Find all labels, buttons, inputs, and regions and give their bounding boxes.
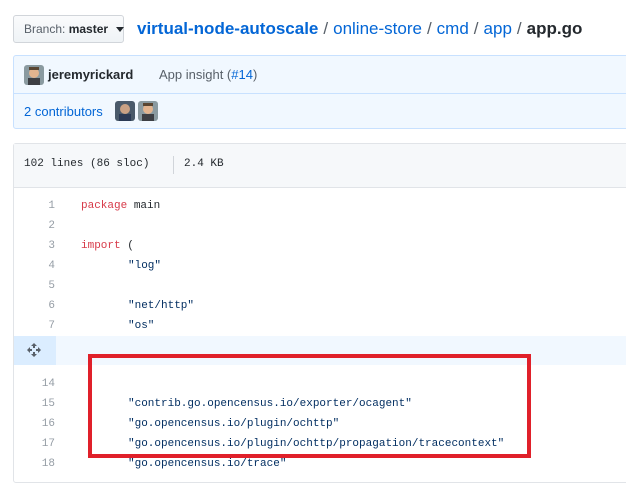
code-text: "net/http" xyxy=(81,296,194,316)
expand-row-fill xyxy=(56,336,626,365)
code-text: import ( xyxy=(81,236,134,256)
code-line: 16 "go.opencensus.io/plugin/ochttp" xyxy=(14,414,626,434)
breadcrumb-cmd-link[interactable]: cmd xyxy=(437,19,469,38)
line-number[interactable]: 15 xyxy=(14,394,55,414)
code-listing: 1 package main 2 3 import (4 "log" 5 6 "net/http… xyxy=(14,187,626,474)
line-number[interactable]: 6 xyxy=(14,296,55,316)
line-number[interactable]: 5 xyxy=(14,276,55,296)
breadcrumb-app-link[interactable]: app xyxy=(484,19,512,38)
code-line: 6 "net/http" xyxy=(14,296,626,316)
code-line: 17 "go.opencensus.io/plugin/ochttp/propag… xyxy=(14,434,626,454)
line-number[interactable]: 18 xyxy=(14,454,55,474)
code-line: 1 package main xyxy=(14,196,626,216)
code-text: "contrib.go.opencensus.io/exporter/ocage… xyxy=(81,394,412,414)
code-text: package main xyxy=(81,196,160,216)
code-text: "go.opencensus.io/plugin/ochttp" xyxy=(81,414,339,434)
line-number[interactable]: 4 xyxy=(14,256,55,276)
line-number[interactable]: 3 xyxy=(14,236,55,256)
contributor-avatar[interactable] xyxy=(138,101,158,121)
code-block-bottom: 14 15 "contrib.go.opencensus.io/exporter/o… xyxy=(14,374,626,474)
line-number[interactable]: 2 xyxy=(14,216,55,236)
unfold-icon[interactable] xyxy=(26,342,42,363)
code-line: 14 xyxy=(14,374,626,394)
code-text: "go.opencensus.io/plugin/ochttp/propagat… xyxy=(81,434,504,454)
breadcrumb-separator: / xyxy=(516,19,522,38)
branch-value: master xyxy=(68,22,109,36)
code-keyword: import xyxy=(81,240,121,252)
commit-message-close: ) xyxy=(252,67,258,82)
latest-commit-row: jeremyrickard App insight (#14) xyxy=(14,56,626,94)
file-header: 102 lines (86 sloc) 2.4 KB xyxy=(14,144,626,188)
code-content: main xyxy=(127,200,161,212)
breadcrumb-separator: / xyxy=(426,19,432,38)
code-content: "contrib.go.opencensus.io/exporter/ocage… xyxy=(128,398,412,410)
line-number[interactable]: 17 xyxy=(14,434,55,454)
commit-tease: jeremyrickard App insight (#14) 2 contri… xyxy=(13,55,626,129)
code-content: "os" xyxy=(128,320,155,332)
breadcrumb: virtual-node-autoscale / online-store / cmd /… xyxy=(137,19,582,39)
breadcrumb-file-name: app.go xyxy=(526,19,583,38)
code-block-top: 1 package main 2 3 import (4 "log" 5 6 "net/http… xyxy=(14,196,626,336)
chevron-down-icon xyxy=(116,27,125,33)
code-text: "os" xyxy=(81,316,154,336)
code-content: "net/http" xyxy=(128,300,195,312)
commit-message[interactable]: App insight (#14) xyxy=(159,67,257,82)
author-avatar[interactable] xyxy=(24,65,44,85)
code-top-padding xyxy=(14,187,626,196)
branch-label: Branch: xyxy=(24,22,66,36)
expand-lines-row[interactable] xyxy=(14,336,626,365)
branch-select-button[interactable]: Branch: master xyxy=(13,15,125,43)
line-number[interactable]: 1 xyxy=(14,196,55,216)
code-gap xyxy=(14,365,626,374)
code-text: "go.opencensus.io/trace" xyxy=(81,454,286,474)
code-line: 3 import ( xyxy=(14,236,626,256)
code-line: 7 "os" xyxy=(14,316,626,336)
file-lines-info: 102 lines (86 sloc) xyxy=(24,158,150,170)
code-text: "log" xyxy=(81,256,161,276)
breadcrumb-repo-link[interactable]: virtual-node-autoscale xyxy=(137,19,318,38)
code-line: 5 xyxy=(14,276,626,296)
breadcrumb-separator: / xyxy=(323,19,329,38)
contributors-link[interactable]: 2 contributors xyxy=(24,104,103,119)
code-content: ( xyxy=(120,240,134,252)
file-view: 102 lines (86 sloc) 2.4 KB 1 package main… xyxy=(13,143,626,483)
commit-author-link[interactable]: jeremyrickard xyxy=(48,67,133,82)
line-number[interactable]: 7 xyxy=(14,316,55,336)
code-keyword: package xyxy=(81,200,128,212)
commit-message-text: App insight ( xyxy=(159,67,232,82)
code-content: "go.opencensus.io/trace" xyxy=(128,458,287,470)
commit-pr-link[interactable]: #14 xyxy=(231,67,253,82)
code-content: "log" xyxy=(128,260,162,272)
code-content: "go.opencensus.io/plugin/ochttp" xyxy=(128,418,340,430)
contributor-avatar[interactable] xyxy=(115,101,135,121)
code-line: 15 "contrib.go.opencensus.io/exporter/oca… xyxy=(14,394,626,414)
breadcrumb-separator: / xyxy=(473,19,479,38)
code-line: 18 "go.opencensus.io/trace" xyxy=(14,454,626,474)
file-info-divider xyxy=(173,156,174,174)
line-number[interactable]: 14 xyxy=(14,374,55,394)
code-content: "go.opencensus.io/plugin/ochttp/propagat… xyxy=(128,438,505,450)
file-size: 2.4 KB xyxy=(184,158,224,170)
code-line: 2 xyxy=(14,216,626,236)
code-line: 4 "log" xyxy=(14,256,626,276)
breadcrumb-online-store-link[interactable]: online-store xyxy=(333,19,422,38)
line-number[interactable]: 16 xyxy=(14,414,55,434)
